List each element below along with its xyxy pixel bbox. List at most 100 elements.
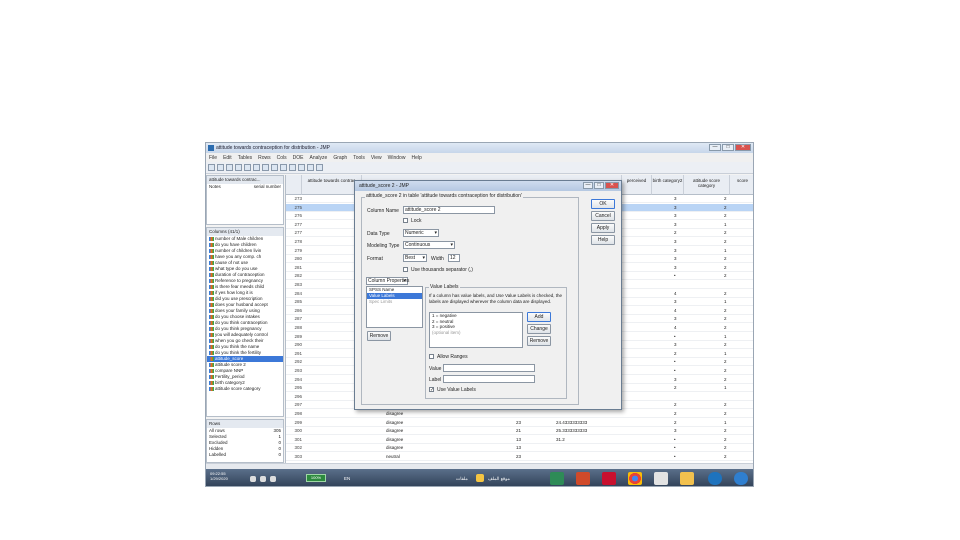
continuous-column-icon <box>209 356 214 361</box>
menu-cols[interactable]: Cols <box>277 155 287 161</box>
cell-attitude: disagree <box>386 411 404 416</box>
rows-panel-header[interactable]: Rows <box>207 420 283 428</box>
file-explorer-icon[interactable] <box>680 472 694 485</box>
columns-panel-header[interactable]: Columns (41/1) <box>207 228 283 236</box>
paste-icon[interactable] <box>262 164 269 171</box>
table-row[interactable]: 300 disagree 21 3 2 <box>286 427 753 436</box>
col-header-attitude[interactable]: attitude towards contrac <box>302 175 362 195</box>
cell-birth-category2: • <box>674 445 676 451</box>
menu-window[interactable]: Window <box>388 155 406 161</box>
row-number: 293 <box>294 368 302 373</box>
media-player-icon[interactable] <box>654 472 668 485</box>
table-row[interactable]: 303 neutral 23 • 2 <box>286 453 753 461</box>
apply-button[interactable]: Apply <box>591 223 615 233</box>
network-icon[interactable] <box>260 476 266 482</box>
width-field[interactable]: 12 <box>448 254 460 262</box>
dialog-close-button[interactable]: ✕ <box>605 182 619 189</box>
maximize-button[interactable]: □ <box>722 144 734 151</box>
taskbar-folder-location[interactable]: موقع الملف <box>488 476 510 482</box>
col-header-score[interactable]: score <box>730 175 753 195</box>
ok-button[interactable]: OK <box>591 199 615 209</box>
label-field[interactable] <box>443 375 535 383</box>
journal-icon[interactable] <box>271 164 278 171</box>
menu-tools[interactable]: Tools <box>353 155 365 161</box>
cell-computed-value: 31.2 <box>556 436 565 442</box>
battery-indicator[interactable]: 100% <box>306 474 326 482</box>
value-field[interactable] <box>443 364 535 372</box>
table-row[interactable]: 298 disagree 2 2 <box>286 410 753 418</box>
table-row[interactable]: 299 disagree 23 2 1 <box>286 419 753 427</box>
format-select[interactable]: Best <box>403 254 427 262</box>
thousands-separator-checkbox[interactable] <box>403 267 408 272</box>
folder-icon[interactable] <box>476 474 484 482</box>
modeling-type-select[interactable]: Continuous <box>403 241 455 249</box>
taskbar-folder-ملفات[interactable]: ملفات <box>456 476 468 482</box>
column-properties-select[interactable]: Column Properties <box>366 277 409 285</box>
menu-graph[interactable]: Graph <box>333 155 347 161</box>
help-button[interactable]: Help <box>591 235 615 245</box>
save-icon[interactable] <box>226 164 233 171</box>
dialog-minimize-button[interactable]: — <box>583 182 593 189</box>
print-icon[interactable] <box>235 164 242 171</box>
remove-property-button[interactable]: Remove <box>367 331 391 341</box>
data-table-icon[interactable] <box>289 164 296 171</box>
excel-icon[interactable] <box>550 472 564 485</box>
powerpoint-icon[interactable] <box>576 472 590 485</box>
change-value-label-button[interactable]: Change <box>527 324 551 334</box>
col-header-birth-category2[interactable]: birth category2 <box>652 175 684 195</box>
continuous-column-icon <box>209 320 214 325</box>
chart-icon[interactable] <box>307 164 314 171</box>
start-button-icon[interactable] <box>734 472 748 485</box>
add-value-label-button[interactable]: Add <box>527 312 551 322</box>
lock-checkbox[interactable] <box>403 218 408 223</box>
open-file-icon[interactable] <box>217 164 224 171</box>
cell-birth-category2: 3 <box>674 239 677 244</box>
cell-score-category: 2 <box>724 368 727 373</box>
acrobat-icon[interactable] <box>602 472 616 485</box>
col-header-attitude-score-category[interactable]: attitude score category <box>684 175 730 195</box>
cut-icon[interactable] <box>244 164 251 171</box>
menu-rows[interactable]: Rows <box>258 155 271 161</box>
close-button[interactable]: ✕ <box>735 144 751 151</box>
use-value-labels-checkbox[interactable] <box>429 387 434 392</box>
menu-view[interactable]: View <box>371 155 382 161</box>
chrome-icon[interactable] <box>628 472 642 485</box>
volume-icon[interactable] <box>250 476 256 482</box>
row-number: 273 <box>294 196 302 201</box>
cancel-button[interactable]: Cancel <box>591 211 615 221</box>
label-field-label: Label <box>429 377 442 383</box>
script-icon[interactable] <box>298 164 305 171</box>
menu-help[interactable]: Help <box>411 155 421 161</box>
property-spec-limits[interactable]: Spec Limits <box>367 299 422 305</box>
menu-doe[interactable]: DOE <box>293 155 304 161</box>
rows-stat-row[interactable]: Labelled 0 <box>207 452 283 458</box>
menu-edit[interactable]: Edit <box>223 155 232 161</box>
table-panel-header[interactable]: attitude towards contrac... <box>207 176 283 184</box>
column-list-item[interactable]: attitude score category <box>207 386 283 392</box>
arrow-tool-icon[interactable] <box>316 164 323 171</box>
data-type-select[interactable]: Numeric <box>403 229 439 237</box>
internet-explorer-icon[interactable] <box>708 472 722 485</box>
remove-value-label-button[interactable]: Remove <box>527 336 551 346</box>
cell-value: 23 <box>516 454 522 459</box>
col-header-perceived[interactable]: perceived <box>622 175 652 195</box>
column-name-field[interactable]: attitude_score 2 <box>403 206 495 214</box>
menu-file[interactable]: File <box>209 155 217 161</box>
dialog-maximize-button[interactable]: □ <box>594 182 604 189</box>
table-row[interactable]: 302 disagree 13 • 2 <box>286 444 753 453</box>
table-row[interactable]: 301 disagree 13 • 2 <box>286 436 753 444</box>
menu-tables[interactable]: Tables <box>238 155 252 161</box>
allow-ranges-checkbox[interactable] <box>429 354 434 359</box>
cell-birth-category2: • <box>674 359 676 365</box>
layout-icon[interactable] <box>280 164 287 171</box>
copy-icon[interactable] <box>253 164 260 171</box>
language-indicator[interactable]: EN <box>344 476 350 481</box>
minimize-button[interactable]: — <box>709 144 721 151</box>
clock[interactable]: 09:22:55 1/29/2020 <box>210 471 228 481</box>
grid-corner[interactable] <box>286 175 302 195</box>
flag-icon[interactable] <box>270 476 276 482</box>
menu-analyze[interactable]: Analyze <box>310 155 328 161</box>
notes-value: serial number <box>253 184 281 189</box>
row-number: 278 <box>294 239 302 244</box>
new-table-icon[interactable] <box>208 164 215 171</box>
